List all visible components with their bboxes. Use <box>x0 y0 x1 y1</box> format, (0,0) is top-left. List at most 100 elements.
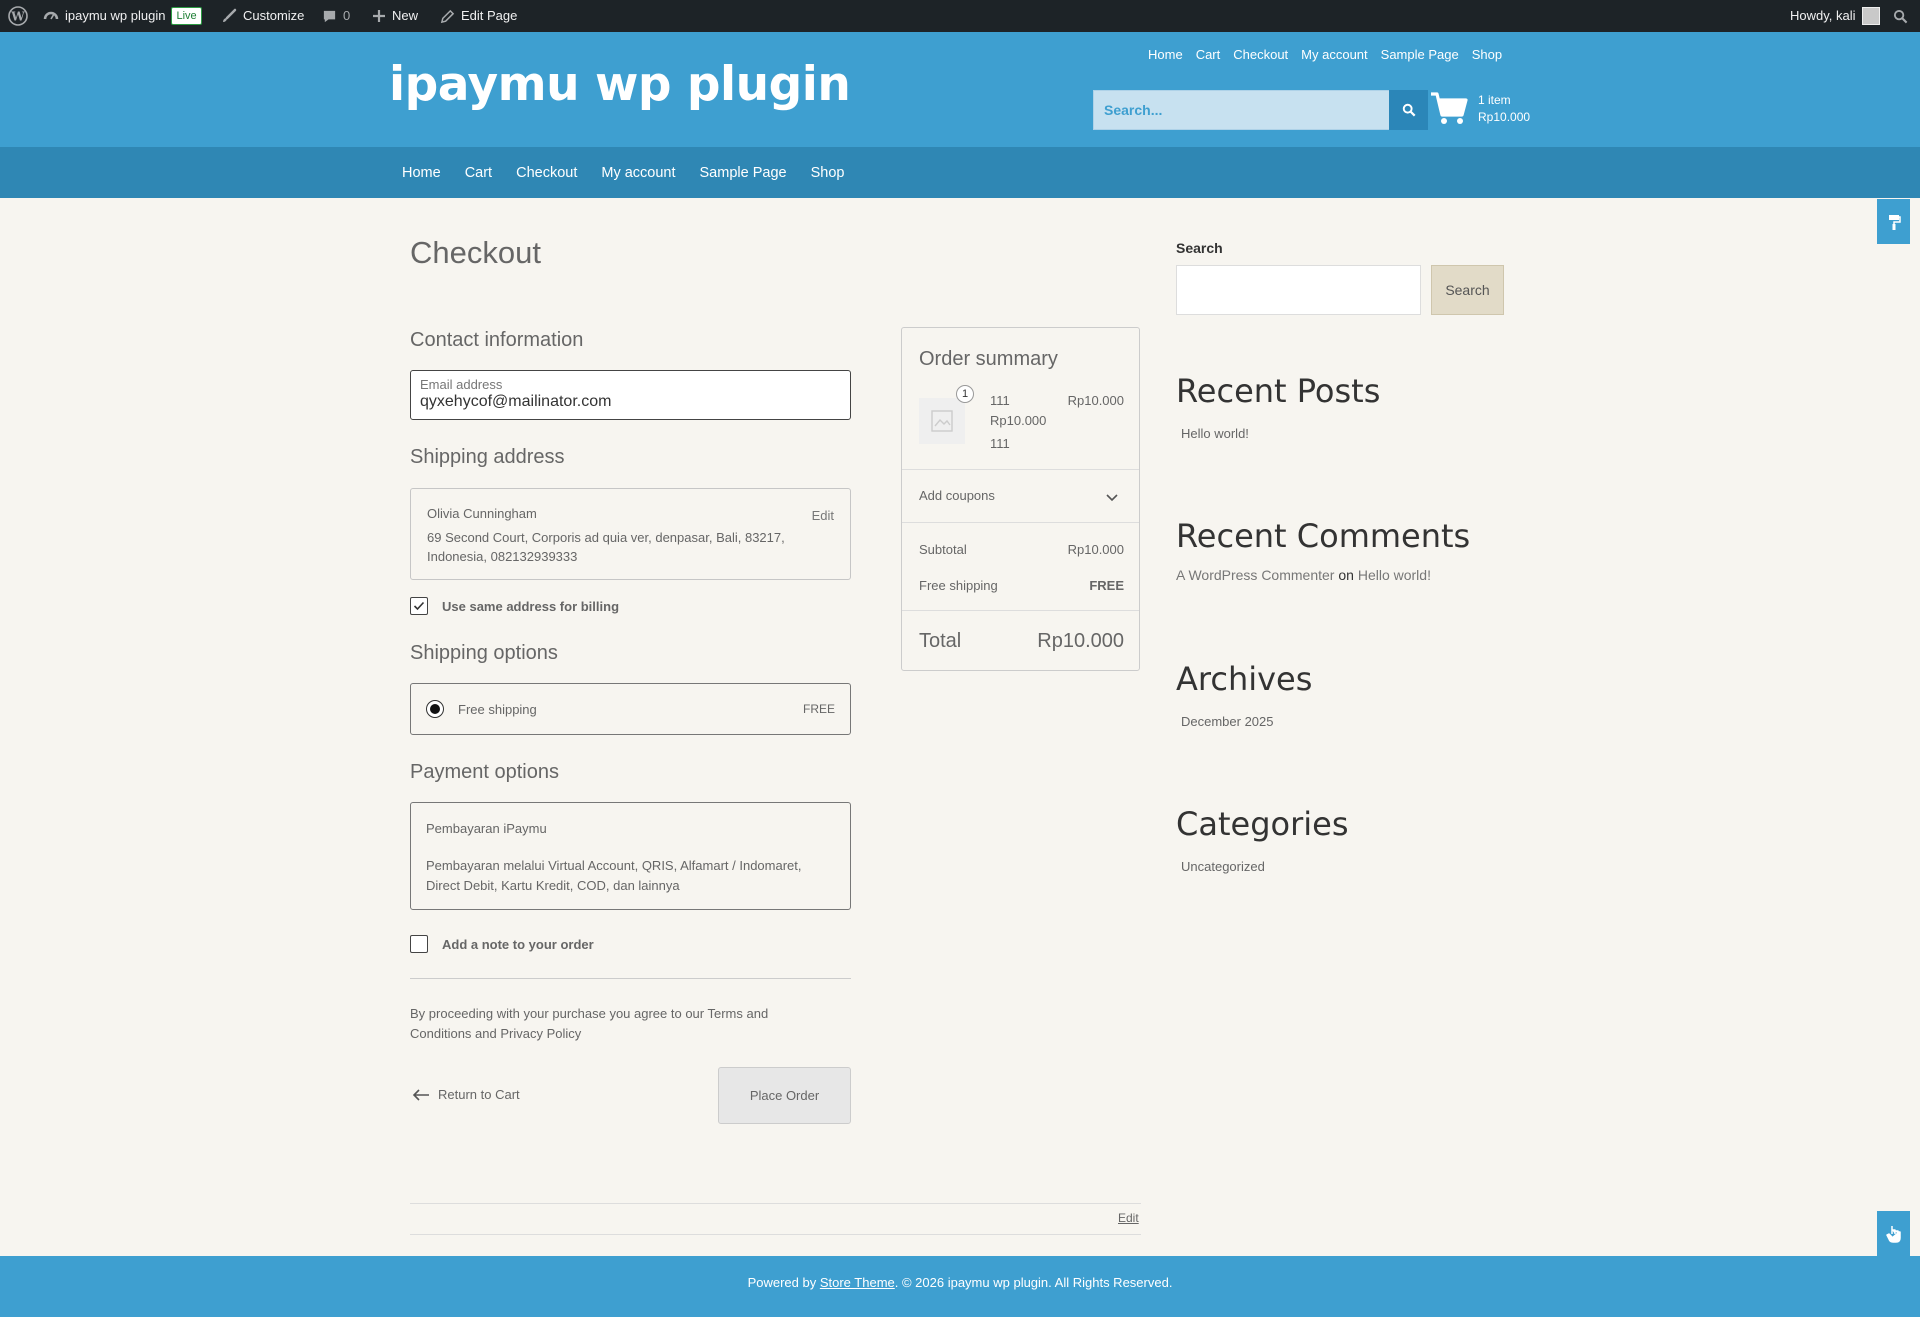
new-content-link[interactable]: New <box>372 0 418 32</box>
header-search-input[interactable] <box>1094 91 1426 129</box>
divider <box>410 1234 1141 1235</box>
categories-heading: Categories <box>1176 805 1349 843</box>
same-billing-checkbox[interactable] <box>410 597 428 615</box>
total-value: Rp10.000 <box>1037 630 1124 652</box>
chevron-down-icon[interactable] <box>1105 490 1119 508</box>
cart-total: Rp10.000 <box>1478 110 1531 124</box>
new-label: New <box>392 8 419 23</box>
top-nav-checkout[interactable]: Checkout <box>1233 47 1288 62</box>
pencil-icon <box>440 9 455 23</box>
subtotal-label: Subtotal <box>919 542 967 557</box>
shipping-options-heading: Shipping options <box>410 642 558 664</box>
nav-checkout[interactable]: Checkout <box>516 165 577 181</box>
brush-icon <box>223 8 237 22</box>
archive-link[interactable]: December 2025 <box>1181 714 1274 729</box>
site-title[interactable]: ipaymu wp plugin <box>389 57 851 112</box>
page-title: Checkout <box>410 235 541 270</box>
admin-bar: W ipaymu wp plugin Live Customize 0 New … <box>0 0 1920 32</box>
svg-text:W: W <box>10 10 25 24</box>
nav-cart[interactable]: Cart <box>465 165 492 181</box>
order-note-checkbox[interactable] <box>410 935 428 953</box>
cart-item-count: 1 item <box>1478 93 1511 107</box>
item-quantity-badge: 1 <box>956 385 974 403</box>
comments-link[interactable]: 0 <box>322 0 350 32</box>
top-nav-sample-page[interactable]: Sample Page <box>1381 47 1459 62</box>
cart-icon[interactable] <box>1429 88 1469 133</box>
divider <box>902 522 1139 523</box>
top-nav-shop[interactable]: Shop <box>1472 47 1502 62</box>
footer-theme-link[interactable]: Store Theme <box>820 1275 895 1290</box>
shipping-edit-link[interactable]: Edit <box>812 508 834 523</box>
comment-post-link[interactable]: Hello world! <box>1358 567 1431 583</box>
side-tab-pointer[interactable] <box>1877 1211 1910 1256</box>
howdy-label: Howdy, kali <box>1790 8 1856 23</box>
top-nav-home[interactable]: Home <box>1148 47 1183 62</box>
checkmark-icon <box>413 601 425 611</box>
sidebar-search-input[interactable] <box>1176 265 1421 315</box>
avatar <box>1861 7 1880 25</box>
live-badge: Live <box>171 7 202 25</box>
my-account-link[interactable]: Howdy, kali <box>1790 0 1880 32</box>
divider <box>410 1203 1141 1204</box>
payment-option-ipaymu[interactable]: Pembayaran iPaymu Pembayaran melalui Vir… <box>410 802 851 910</box>
admin-search-icon[interactable] <box>1893 0 1908 32</box>
footer-powered-by: Powered by <box>747 1275 817 1290</box>
image-placeholder-icon <box>919 398 965 444</box>
contact-heading: Contact information <box>410 329 584 351</box>
shipping-address-card: Olivia Cunningham 69 Second Court, Corpo… <box>410 488 851 580</box>
comment-on-text: on <box>1338 567 1354 583</box>
edit-page-link[interactable]: Edit Page <box>440 0 517 32</box>
top-nav-cart[interactable]: Cart <box>1196 47 1221 62</box>
nav-my-account[interactable]: My account <box>601 165 675 181</box>
divider <box>410 978 851 979</box>
order-summary-heading: Order summary <box>919 348 1058 370</box>
divider <box>902 469 1139 470</box>
email-value[interactable]: qyxehycof@mailinator.com <box>420 393 611 411</box>
page-edit-link[interactable]: Edit <box>1118 1211 1139 1225</box>
payment-title: Pembayaran iPaymu <box>426 821 547 836</box>
comment-author-link[interactable]: A WordPress Commenter <box>1176 567 1334 583</box>
terms-text: By proceeding with your purchase you agr… <box>410 1006 769 1041</box>
header-search-button[interactable] <box>1389 90 1428 130</box>
recent-post-link[interactable]: Hello world! <box>1181 426 1249 441</box>
footer-copyright: . © 2026 ipaymu wp plugin. All Rights Re… <box>894 1275 1173 1290</box>
nav-shop[interactable]: Shop <box>811 165 845 181</box>
admin-bar-site-link[interactable]: ipaymu wp plugin Live <box>43 0 202 32</box>
top-nav-my-account[interactable]: My account <box>1301 47 1367 62</box>
payment-description: Pembayaran melalui Virtual Account, QRIS… <box>426 858 802 893</box>
return-to-cart-link[interactable]: Return to Cart <box>412 1087 520 1102</box>
item-name: 111 <box>990 393 1010 408</box>
recent-comments-heading: Recent Comments <box>1176 517 1471 555</box>
shipping-name: Olivia Cunningham <box>427 506 537 521</box>
item-description: 111 <box>990 436 1010 451</box>
header-cart-summary[interactable]: 1 item Rp10.000 <box>1478 92 1530 126</box>
shipping-option-price: FREE <box>802 702 835 716</box>
place-order-button[interactable]: Place Order <box>718 1067 851 1124</box>
email-field[interactable]: Email address qyxehycof@mailinator.com <box>410 370 851 420</box>
dashboard-icon <box>43 11 59 20</box>
shipping-value: FREE <box>1089 578 1124 593</box>
shipping-option-free[interactable]: Free shipping FREE <box>410 683 851 735</box>
header-search-box <box>1093 90 1427 130</box>
category-link[interactable]: Uncategorized <box>1181 859 1265 874</box>
top-nav: Home Cart Checkout My account Sample Pag… <box>1148 47 1502 62</box>
order-note-label[interactable]: Add a note to your order <box>442 937 594 952</box>
item-price: Rp10.000 <box>990 413 1047 428</box>
order-summary: Order summary 1 111 Rp10.000 111 Rp10.00… <box>901 327 1140 671</box>
nav-home[interactable]: Home <box>402 165 441 181</box>
item-total: Rp10.000 <box>1067 393 1124 408</box>
sidebar-search-label: Search <box>1176 240 1223 256</box>
email-label: Email address <box>420 377 503 392</box>
sidebar-search-button[interactable]: Search <box>1431 265 1504 315</box>
nav-sample-page[interactable]: Sample Page <box>700 165 787 181</box>
wordpress-logo-icon[interactable]: W <box>8 0 28 32</box>
plus-icon <box>373 10 385 22</box>
same-billing-label[interactable]: Use same address for billing <box>442 599 619 614</box>
customize-link[interactable]: Customize <box>221 0 304 32</box>
divider <box>902 610 1139 611</box>
total-label: Total <box>919 630 962 652</box>
site-header <box>0 32 1920 147</box>
add-coupons-toggle[interactable]: Add coupons <box>919 488 995 503</box>
side-tab-style[interactable] <box>1877 199 1910 244</box>
shipping-option-radio[interactable] <box>426 700 444 718</box>
